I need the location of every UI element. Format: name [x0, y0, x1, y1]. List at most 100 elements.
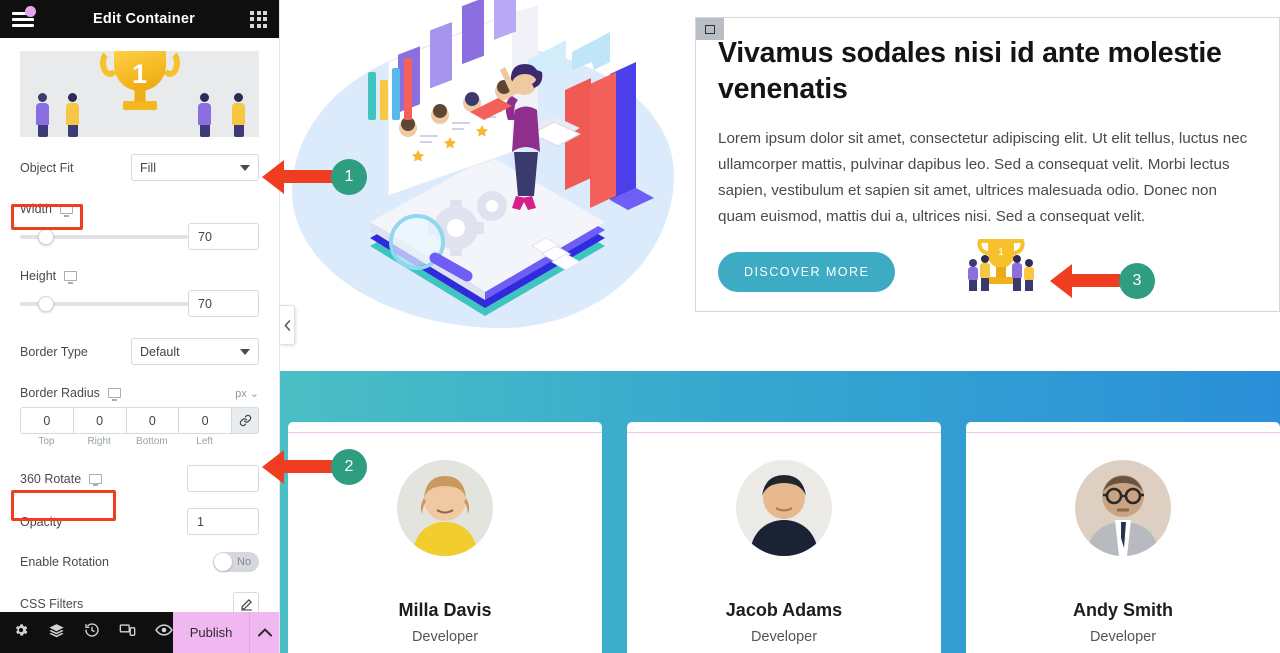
arrow-head-icon	[1050, 264, 1072, 298]
css-filters-control: CSS Filters	[20, 592, 259, 612]
radius-right-input[interactable]: 0	[72, 407, 126, 434]
chevron-down-icon	[240, 348, 250, 355]
border-radius-label: Border Radius	[20, 386, 100, 400]
panel-collapse-handle[interactable]	[280, 305, 295, 345]
avatar	[1075, 460, 1171, 556]
discover-more-button[interactable]: DISCOVER MORE	[718, 252, 896, 293]
radius-bottom-label: Bottom	[136, 436, 168, 447]
people-illustration	[20, 87, 259, 137]
radius-top-input[interactable]: 0	[20, 407, 73, 434]
panel-title: Edit Container	[93, 11, 195, 27]
panel-body: 1 Object Fit Fill Width 70 Height 70 Bor…	[0, 38, 279, 612]
card-accent-line	[966, 432, 1280, 433]
card-accent-line	[627, 432, 941, 433]
height-slider-knob[interactable]	[38, 295, 54, 312]
team-band: Milla Davis Developer Jacob Adams Develo…	[280, 371, 1280, 653]
css-filters-label: CSS Filters	[20, 597, 84, 611]
team-card[interactable]: Jacob Adams Developer	[627, 422, 941, 653]
hero-trophy-image[interactable]: 1	[964, 237, 1038, 293]
link-values-icon[interactable]	[231, 407, 259, 434]
hero-body-text: Lorem ipsum dolor sit amet, consectetur …	[718, 129, 1248, 226]
hero-text-container[interactable]: Vivamus sodales nisi id ante molestie ve…	[695, 17, 1280, 312]
rotate-360-input[interactable]	[187, 465, 259, 492]
width-slider-row: 70	[20, 223, 259, 250]
arrow-head-icon	[262, 160, 284, 194]
enable-rotation-label: Enable Rotation	[20, 555, 109, 569]
rotate-360-label: 360 Rotate	[20, 471, 82, 486]
width-slider-knob[interactable]	[38, 228, 54, 245]
edit-pencil-icon[interactable]	[233, 592, 259, 612]
history-icon[interactable]	[84, 622, 100, 643]
desktop-icon[interactable]	[107, 388, 121, 401]
marker-badge: 3	[1119, 263, 1155, 299]
object-fit-select[interactable]: Fill	[131, 154, 259, 181]
chevron-down-icon	[240, 164, 250, 171]
desktop-icon[interactable]	[59, 204, 73, 217]
team-cards: Milla Davis Developer Jacob Adams Develo…	[280, 422, 1280, 653]
width-control: Width	[20, 202, 259, 217]
marker-badge: 1	[331, 159, 367, 195]
opacity-input[interactable]: 1	[187, 508, 259, 535]
border-radius-control: Border Radius px ⌄	[20, 386, 259, 401]
panel-footer: Publish	[0, 612, 279, 653]
radius-left-input[interactable]: 0	[178, 407, 231, 434]
member-role: Developer	[411, 629, 479, 645]
grid-icon[interactable]	[250, 10, 267, 28]
thumbnail-number: 1	[131, 59, 148, 89]
layers-icon[interactable]	[48, 622, 65, 644]
team-card[interactable]: Andy Smith Developer	[966, 422, 1280, 653]
responsive-icon[interactable]	[119, 623, 136, 643]
border-type-label: Border Type	[20, 344, 88, 359]
member-role: Developer	[1089, 629, 1157, 645]
enable-rotation-toggle[interactable]: No	[213, 552, 259, 572]
editor-canvas: Vivamus sodales nisi id ante molestie ve…	[280, 0, 1280, 653]
hamburger-icon[interactable]	[12, 6, 38, 30]
radius-side-labels: Top Right Bottom Left	[20, 436, 259, 447]
height-input[interactable]: 70	[188, 290, 259, 317]
enable-rotation-control: Enable Rotation No	[20, 552, 259, 572]
border-type-value: Default	[140, 344, 180, 359]
member-role: Developer	[750, 629, 818, 645]
border-type-control: Border Type Default	[20, 338, 259, 365]
chevron-up-icon[interactable]	[249, 612, 279, 653]
desktop-icon[interactable]	[89, 473, 103, 486]
object-fit-control: Object Fit Fill	[20, 154, 259, 181]
arrow-shaft	[1072, 274, 1120, 287]
height-control: Height	[20, 269, 259, 284]
svg-text:1: 1	[998, 247, 1004, 258]
arrow-head-icon	[262, 450, 284, 484]
avatar	[736, 460, 832, 556]
member-name: Milla Davis	[398, 600, 492, 620]
hero-section: Vivamus sodales nisi id ante molestie ve…	[280, 0, 1280, 367]
notification-dot	[25, 6, 36, 17]
marker-badge: 2	[331, 449, 367, 485]
width-input[interactable]: 70	[188, 223, 259, 250]
settings-icon[interactable]	[13, 622, 29, 643]
radius-right-label: Right	[87, 436, 111, 447]
hero-title: Vivamus sodales nisi id ante molestie ve…	[718, 37, 1222, 105]
radius-unit-selector[interactable]: px ⌄	[235, 387, 259, 400]
height-label: Height	[20, 269, 57, 283]
radius-bottom-input[interactable]: 0	[125, 407, 179, 434]
radius-top-label: Top	[38, 436, 55, 447]
preview-icon[interactable]	[155, 623, 173, 642]
member-name: Andy Smith	[1072, 600, 1173, 620]
container-handle-icon[interactable]	[696, 18, 724, 40]
image-thumbnail[interactable]: 1	[20, 51, 259, 137]
border-type-select[interactable]: Default	[131, 338, 259, 365]
height-slider[interactable]	[20, 295, 189, 312]
rotate-360-control: 360 Rotate	[20, 465, 259, 492]
toggle-knob	[214, 553, 232, 571]
edit-container-panel: Edit Container 1 Object Fit Fill Width 7…	[0, 0, 280, 653]
width-slider[interactable]	[20, 228, 189, 245]
avatar	[397, 460, 493, 556]
member-name: Jacob Adams	[725, 600, 843, 620]
object-fit-label: Object Fit	[20, 160, 74, 175]
panel-header: Edit Container	[0, 0, 279, 38]
opacity-control: Opacity 1	[20, 508, 259, 535]
publish-button[interactable]: Publish	[173, 612, 250, 653]
opacity-label: Opacity	[20, 514, 63, 529]
desktop-icon[interactable]	[64, 271, 78, 284]
border-radius-inputs: 0 0 0 0	[20, 407, 259, 434]
enable-rotation-value: No	[237, 556, 252, 568]
